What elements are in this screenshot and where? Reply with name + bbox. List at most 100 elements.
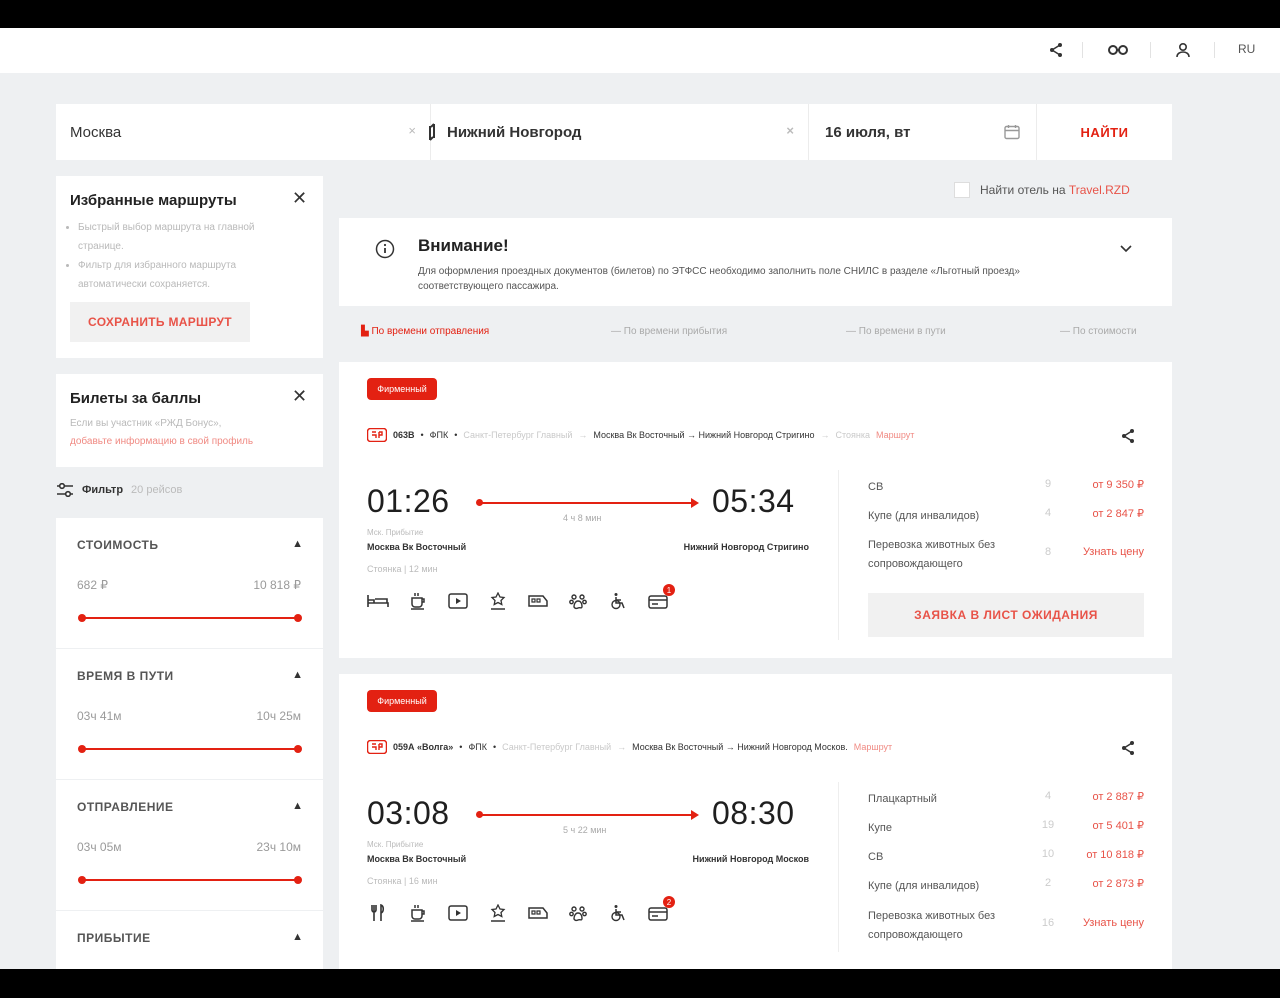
- points-card: Билеты за баллы ✕ Если вы участник «РЖД …: [56, 374, 323, 467]
- from-field[interactable]: Москва ×: [56, 104, 435, 160]
- train-card: Фирменный 063В • ФПК • Санкт-Петербург Гла…: [339, 362, 1172, 658]
- filter-toggle[interactable]: Фильтр 20 рейсов: [56, 483, 182, 497]
- departure-station: Москва Вк Восточный: [367, 854, 467, 864]
- arrival-time: 08:30: [712, 795, 795, 831]
- share-icon[interactable]: [1045, 39, 1067, 61]
- chevron-up-icon[interactable]: ▲: [292, 669, 303, 681]
- class-price: от 2 873 ₽: [1092, 878, 1144, 890]
- hotel-option[interactable]: Найти отель на Travel.RZD: [954, 182, 1130, 198]
- divider: [1214, 42, 1215, 58]
- points-text: Если вы участник «РЖД Бонус»,: [70, 418, 222, 429]
- train-logo-icon: [367, 428, 387, 442]
- time-zone-note: Мск. Прибытие: [367, 528, 424, 537]
- search-bar: Москва × Нижний Новгород × 16 июля, вт Н…: [56, 104, 1172, 160]
- carrier: ФПК: [468, 742, 487, 752]
- sort-by-arrival[interactable]: — По времени прибытия: [611, 326, 727, 337]
- notification-badge: 1: [663, 584, 675, 596]
- wheelchair-icon: [607, 902, 629, 924]
- sort-by-price[interactable]: — По стоимости: [1060, 326, 1137, 337]
- chevron-up-icon[interactable]: ▲: [292, 538, 303, 550]
- class-row[interactable]: Перевозка животных без сопровождающего 8…: [868, 536, 1144, 574]
- seat-count: 16: [1041, 917, 1055, 929]
- chevron-down-icon[interactable]: [1120, 240, 1132, 258]
- route-link[interactable]: Маршрут: [854, 742, 892, 752]
- filter-panel: СТОИМОСТЬ ▲ 682 ₽ 10 818 ₽ ВРЕМЯ В ПУТИ …: [56, 518, 323, 969]
- accessibility-glasses-icon[interactable]: [1106, 39, 1130, 61]
- duration: 5 ч 22 мин: [563, 825, 607, 835]
- to-field[interactable]: Нижний Новгород ×: [431, 104, 809, 160]
- sort-icon: —: [846, 326, 859, 337]
- route-origin: Санкт-Петербург Главный: [463, 430, 573, 440]
- sort-label: По времени прибытия: [623, 326, 728, 337]
- find-button[interactable]: НАЙТИ: [1037, 104, 1172, 160]
- hotel-text: Найти отель на: [980, 183, 1069, 197]
- language-switch[interactable]: RU: [1238, 42, 1255, 56]
- class-price: от 2 887 ₽: [1092, 791, 1144, 803]
- sort-icon: ▙: [361, 326, 372, 337]
- class-price: от 9 350 ₽: [1092, 479, 1144, 491]
- filter-section-title: СТОИМОСТЬ: [77, 538, 159, 552]
- clear-to-icon[interactable]: ×: [786, 123, 794, 138]
- duration-slider[interactable]: [78, 745, 302, 753]
- ticket-wallet-icon: 2: [647, 896, 675, 924]
- date-field[interactable]: 16 июля, вт: [809, 104, 1037, 160]
- share-icon[interactable]: [1120, 740, 1136, 761]
- clear-from-icon[interactable]: ×: [408, 123, 416, 138]
- hotel-link[interactable]: Travel.RZD: [1069, 183, 1130, 197]
- chevron-up-icon[interactable]: ▲: [292, 931, 303, 943]
- close-icon[interactable]: ✕: [292, 386, 307, 407]
- departure-station: Москва Вк Восточный: [367, 542, 467, 552]
- range-max: 10 818 ₽: [253, 578, 301, 592]
- divider: [1150, 42, 1151, 58]
- class-name: Купе (для инвалидов): [868, 510, 980, 522]
- favorites-title: Избранные маршруты: [70, 192, 237, 209]
- chevron-up-icon[interactable]: ▲: [292, 800, 303, 812]
- list-item: Фильтр для избранного маршрута автоматич…: [78, 256, 298, 294]
- profile-link[interactable]: добавьте информацию в свой профиль: [70, 432, 310, 451]
- filter-section-departure: ОТПРАВЛЕНИЕ ▲ 03ч 05м 23ч 10м: [56, 780, 323, 911]
- class-price: от 5 401 ₽: [1092, 820, 1144, 832]
- filter-label: Фильтр: [82, 484, 124, 496]
- train-logo-icon: [367, 740, 387, 754]
- alert-card: Внимание! Для оформления проездных докум…: [339, 218, 1172, 306]
- alert-text: Для оформления проездных документов (бил…: [418, 266, 1020, 292]
- route-origin: Санкт-Петербург Главный: [502, 742, 612, 752]
- seat-count: 8: [1044, 546, 1052, 558]
- calendar-icon[interactable]: [1004, 124, 1020, 144]
- stop-info: Стоянка | 16 мин: [367, 876, 438, 886]
- sort-by-departure[interactable]: ▙ По времени отправления: [361, 326, 489, 337]
- route-link[interactable]: Маршрут: [876, 430, 914, 440]
- seat-count: 4: [1044, 507, 1052, 519]
- range-min: 03ч 05м: [77, 840, 122, 854]
- info-icon: [375, 239, 395, 264]
- favorites-list: Быстрый выбор маршрута на главной страни…: [78, 218, 298, 294]
- share-icon[interactable]: [1120, 428, 1136, 449]
- train-number: 059А «Волга»: [393, 742, 454, 752]
- range-min: 682 ₽: [77, 578, 108, 592]
- hotel-checkbox[interactable]: [954, 182, 970, 198]
- amenities: 1: [367, 584, 675, 612]
- sort-icon: —: [1060, 326, 1073, 337]
- class-name: СВ: [868, 481, 884, 493]
- journey-line: [476, 810, 699, 820]
- close-icon[interactable]: ✕: [292, 188, 307, 209]
- seat-count: 4: [1044, 790, 1052, 802]
- notification-badge: 2: [663, 896, 675, 908]
- waitlist-button[interactable]: ЗАЯВКА В ЛИСТ ОЖИДАНИЯ: [868, 593, 1144, 637]
- journey-line: [476, 498, 699, 508]
- user-icon[interactable]: [1172, 39, 1194, 61]
- sort-by-duration[interactable]: — По времени в пути: [846, 326, 946, 337]
- train-number: 063В: [393, 430, 415, 440]
- price-slider[interactable]: [78, 614, 302, 622]
- class-price: Узнать цену: [1082, 917, 1144, 929]
- filter-section-arrival: ПРИБЫТИЕ ▲: [56, 911, 323, 969]
- save-route-button[interactable]: СОХРАНИТЬ МАРШРУТ: [70, 302, 250, 342]
- arrival-station: Нижний Новгород Москов: [692, 854, 809, 864]
- departure-time: 01:26: [367, 483, 450, 519]
- seat-count: 19: [1041, 819, 1055, 831]
- restaurant-icon: [367, 902, 389, 924]
- class-price: от 10 818 ₽: [1086, 849, 1144, 861]
- departure-slider[interactable]: [78, 876, 302, 884]
- filter-icon: [57, 483, 73, 497]
- class-row[interactable]: Перевозка животных без сопровождающего 1…: [868, 907, 1144, 945]
